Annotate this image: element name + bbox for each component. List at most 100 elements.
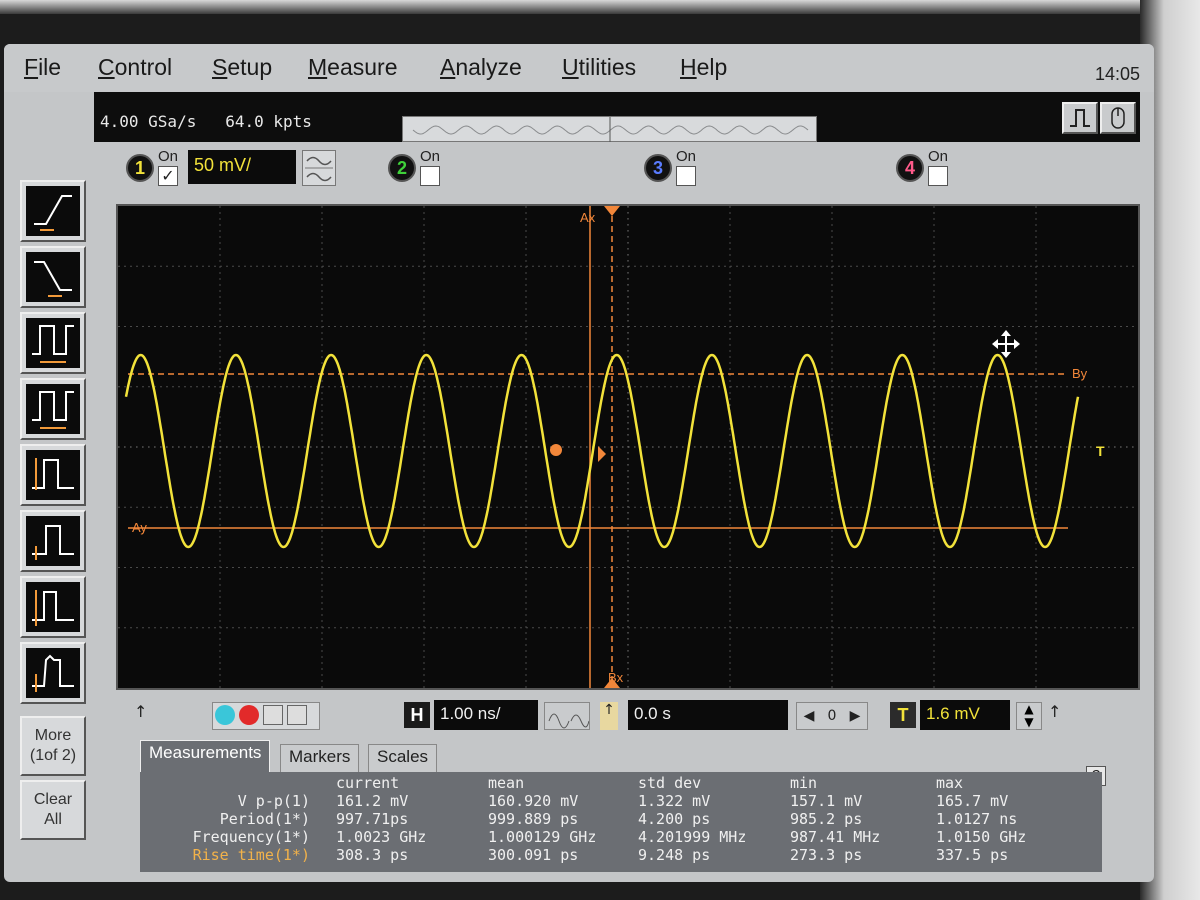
trigger-position-marker[interactable] — [604, 206, 620, 216]
horizontal-position-field[interactable]: 0.0 s — [628, 700, 788, 730]
clear-all-button[interactable]: Clear All — [20, 780, 86, 840]
mouse-icon — [1111, 107, 1125, 129]
channel-1-number[interactable]: 1 — [126, 154, 154, 182]
bezel-top — [0, 0, 1200, 14]
menu-utilities[interactable]: Utilities — [562, 54, 636, 81]
run-stop-button[interactable] — [1062, 102, 1098, 134]
channel-3-checkbox[interactable] — [676, 166, 696, 186]
row-vpp-name[interactable]: V p-p(1) — [160, 792, 310, 810]
horizontal-scale-stepper[interactable] — [544, 702, 590, 730]
period-icon — [32, 325, 74, 363]
delay-zero: 0 — [827, 708, 837, 724]
cursor-bx-label: Bx — [608, 670, 624, 685]
coupling-wave-icon — [305, 156, 333, 182]
mouse-mode-button[interactable] — [1100, 102, 1136, 134]
menu-help[interactable]: Help — [680, 54, 727, 81]
horizontal-scale-field[interactable]: 1.00 ns/ — [434, 700, 538, 730]
delay-reference-icon[interactable]: ↑ — [600, 702, 618, 730]
duty-cycle-icon — [32, 590, 74, 626]
trigger-level-field[interactable]: 1.6 mV — [920, 700, 1010, 730]
channel-3-number[interactable]: 3 — [644, 154, 672, 182]
waveform-display[interactable]: Ax Bx Ay By T — [116, 204, 1140, 690]
clear-all-label: All — [44, 811, 62, 828]
header-max: max — [936, 774, 964, 792]
more-button[interactable]: More (1of 2) — [20, 716, 86, 776]
channel-2-checkbox[interactable] — [420, 166, 440, 186]
menu-measure[interactable]: Measure — [308, 54, 398, 81]
row-period-mean: 999.889 ps — [488, 810, 579, 828]
row-period-stddev: 4.200 ps — [638, 810, 711, 828]
rise-time-tool[interactable] — [20, 180, 86, 242]
menu-file[interactable]: File — [24, 54, 61, 81]
channel-3-on-label: On — [676, 148, 697, 165]
trigger-level-stepper[interactable]: ▲ ▼ — [1016, 702, 1042, 730]
up-arrow-right-icon[interactable]: ↑ — [1048, 702, 1076, 730]
cursor-ay-label: Ay — [132, 520, 147, 535]
pulse-width-tool[interactable] — [20, 444, 86, 506]
quick-action-bar — [212, 702, 320, 730]
header-min: min — [790, 774, 818, 792]
color-circle-icon[interactable] — [215, 705, 235, 725]
save-image-icon[interactable] — [263, 705, 283, 725]
ax-ay-intersection-marker — [550, 444, 562, 456]
horizontal-trigger-controls: ↑ H 1.00 ns/ ↑ 0.0 s ◀ 0 ▶ T 1.6 mV ▲ ▼ ↑ — [134, 696, 1144, 738]
row-frequency-min: 987.41 MHz — [790, 828, 881, 846]
channel-2-on-label: On — [420, 148, 441, 165]
row-risetime-name[interactable]: Rise time(1*) — [160, 846, 310, 864]
menu-control[interactable]: Control — [98, 54, 172, 81]
row-period-name[interactable]: Period(1*) — [160, 810, 310, 828]
sample-rate: 4.00 GSa/s — [100, 112, 197, 131]
acquisition-bar: 4.00 GSa/s 64.0 kpts — [94, 92, 1140, 143]
rising-edge-icon — [34, 195, 72, 231]
left-arrow-icon[interactable]: ◀ — [804, 708, 815, 724]
negative-width-tool[interactable] — [20, 510, 86, 572]
row-vpp-current: 161.2 mV — [336, 792, 409, 810]
up-arrow-left-icon[interactable]: ↑ — [134, 702, 162, 730]
frequency-tool[interactable] — [20, 378, 86, 440]
overshoot-icon — [32, 654, 74, 692]
fall-time-tool[interactable] — [20, 246, 86, 308]
tab-measurements[interactable]: Measurements — [140, 740, 271, 772]
channel-2-number[interactable]: 2 — [388, 154, 416, 182]
row-frequency-current: 1.0023 GHz — [336, 828, 427, 846]
right-arrow-icon[interactable]: ▶ — [850, 708, 861, 724]
falling-edge-icon — [34, 261, 72, 297]
print-icon[interactable] — [287, 705, 307, 725]
clear-label: Clear — [33, 791, 73, 808]
row-frequency-name[interactable]: Frequency(1*) — [160, 828, 310, 846]
waveform-overview[interactable] — [402, 116, 817, 143]
stop-circle-icon[interactable] — [239, 705, 259, 725]
row-vpp-stddev: 1.322 mV — [638, 792, 711, 810]
row-risetime-min: 273.3 ps — [790, 846, 863, 864]
row-frequency-max: 1.0150 GHz — [936, 828, 1027, 846]
grid-lines — [118, 206, 1138, 688]
menu-setup[interactable]: Setup — [212, 54, 272, 81]
channel-4-number[interactable]: 4 — [896, 154, 924, 182]
menu-bar: File Control Setup Measure Analyze Utili… — [4, 44, 1154, 92]
header-std-dev: std dev — [638, 774, 702, 792]
clock: 14:05 — [1094, 64, 1140, 84]
overview-wave-icon — [412, 117, 809, 143]
tab-markers[interactable]: Markers — [280, 744, 360, 772]
frequency-icon — [32, 391, 74, 429]
channel-1-checkbox[interactable]: ✓ — [158, 166, 178, 186]
row-risetime-current: 308.3 ps — [336, 846, 409, 864]
negative-pulse-icon — [32, 525, 74, 560]
row-frequency-mean: 1.000129 GHz — [488, 828, 597, 846]
trigger-level-marker[interactable]: T — [1096, 443, 1105, 459]
bx-intersection-marker — [598, 446, 606, 462]
delay-stepper[interactable]: ◀ 0 ▶ — [796, 702, 868, 730]
period-tool[interactable] — [20, 312, 86, 374]
channel-4-checkbox[interactable] — [928, 166, 948, 186]
duty-cycle-tool[interactable] — [20, 576, 86, 638]
channel-1-scale-field[interactable]: 50 mV/ — [188, 150, 296, 184]
row-frequency-stddev: 4.201999 MHz — [638, 828, 747, 846]
tab-scales[interactable]: Scales — [368, 744, 438, 772]
measurement-toolbar: More (1of 2) Clear All — [10, 180, 92, 880]
channel-1-coupling-button[interactable] — [302, 150, 336, 186]
bottom-tabs: Measurements Markers Scales — [140, 740, 1040, 772]
graticule-svg: Ax Bx Ay By T — [118, 206, 1138, 688]
cursor-by-label: By — [1072, 366, 1088, 381]
menu-analyze[interactable]: Analyze — [440, 54, 522, 81]
overshoot-tool[interactable] — [20, 642, 86, 704]
